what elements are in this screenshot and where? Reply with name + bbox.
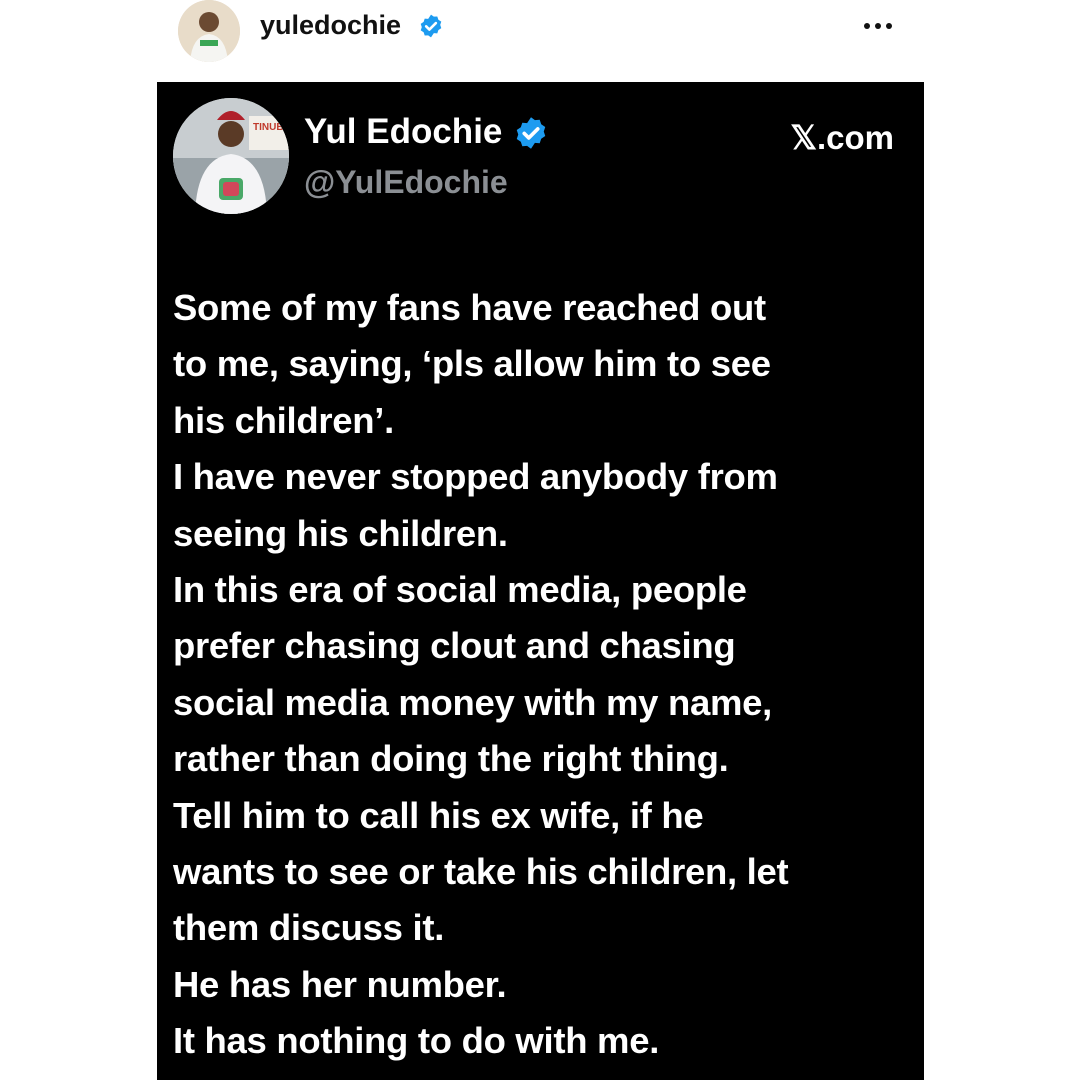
- tweet-text-line: social media money with my name,: [173, 681, 772, 723]
- username[interactable]: yuledochie: [260, 10, 401, 41]
- tweet-text-line: them discuss it.: [173, 907, 445, 949]
- post-header: yuledochie: [0, 0, 1080, 82]
- avatar-sign-text: TINUBU 2027: [253, 122, 289, 133]
- tweet-text-line: It has nothing to do with me.: [173, 1020, 660, 1062]
- tweet-text-line: Some of my fans have reached out: [173, 287, 766, 328]
- tweet-text-line: wants to see or take his children, let: [173, 851, 789, 893]
- verified-badge-icon: [516, 117, 546, 149]
- tweet-text-line: to me, saying, ‘pls allow him to see: [173, 343, 771, 385]
- tweet-text-line: In this era of social media, people: [173, 569, 747, 611]
- avatar-photo: [178, 0, 240, 62]
- tweet-avatar-photo: TINUBU 2027: [173, 98, 289, 214]
- more-horizontal-icon[interactable]: [860, 14, 896, 38]
- verified-badge-icon: [420, 14, 442, 38]
- tweet-text-line: He has her number.: [173, 963, 507, 1005]
- tweet-text-line: his children’.: [173, 399, 394, 441]
- tweet-text-line: rather than doing the right thing.: [173, 738, 729, 780]
- tweet-text-line: prefer chasing clout and chasing: [173, 625, 736, 667]
- profile-avatar[interactable]: [178, 0, 240, 62]
- tweet-display-name: Yul Edochie: [304, 112, 503, 151]
- tweet-text-line: seeing his children.: [173, 512, 508, 554]
- tweet-handle: @YulEdochie: [304, 164, 508, 200]
- tweet-avatar: TINUBU 2027: [173, 98, 289, 214]
- tweet-text-line: Tell him to call his ex wife, if he: [173, 794, 704, 836]
- tweet-card: TINUBU 2027 Yul Edochie @YulEdochie 𝕏.co…: [157, 82, 924, 1080]
- tweet-text-line: I have never stopped anybody from: [173, 456, 778, 498]
- tweet-text: Some of my fans have reached out to me, …: [173, 280, 913, 1070]
- x-brand-label: 𝕏.com: [790, 119, 894, 156]
